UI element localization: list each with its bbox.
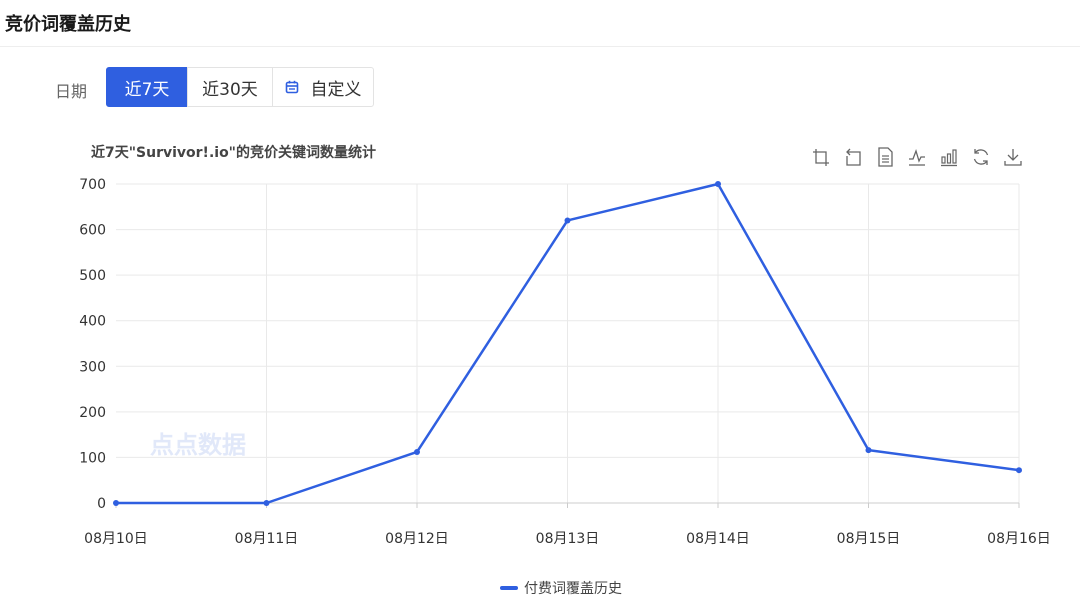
chart-legend[interactable]: 付费词覆盖历史	[500, 578, 622, 598]
line-chart: 近7天"Survivor!.io"的竞价关键词数量统计 点点数据 0 100 200…	[79, 144, 1051, 547]
watermark-text: 点点数据	[150, 431, 246, 459]
y-tick-label: 300	[79, 359, 106, 375]
legend-swatch	[500, 586, 518, 590]
x-tick-label: 08月16日	[987, 531, 1051, 547]
x-tick-label: 08月12日	[385, 531, 449, 547]
data-point	[715, 181, 721, 187]
y-tick-label: 700	[79, 177, 106, 193]
data-point	[564, 217, 571, 224]
y-tick-label: 200	[79, 405, 106, 421]
x-tick-label: 08月15日	[837, 531, 901, 547]
data-point	[414, 448, 420, 455]
x-tick-label: 08月13日	[536, 531, 600, 547]
watermark: 点点数据	[150, 431, 246, 459]
legend-label: 付费词覆盖历史	[524, 581, 622, 597]
chart-title: 近7天"Survivor!.io"的竞价关键词数量统计	[91, 144, 376, 161]
x-tick-label: 08月10日	[84, 531, 148, 547]
data-point	[113, 500, 119, 506]
y-tick-label: 400	[79, 314, 106, 330]
x-tick-label: 08月14日	[686, 531, 750, 547]
y-tick-label: 600	[79, 223, 106, 239]
y-tick-label: 500	[79, 268, 106, 284]
data-point	[263, 500, 270, 506]
x-tick-label: 08月11日	[235, 531, 299, 547]
data-point	[865, 447, 872, 454]
y-tick-label: 100	[79, 450, 106, 466]
y-tick-label: 0	[97, 496, 106, 512]
data-point	[1016, 467, 1022, 474]
